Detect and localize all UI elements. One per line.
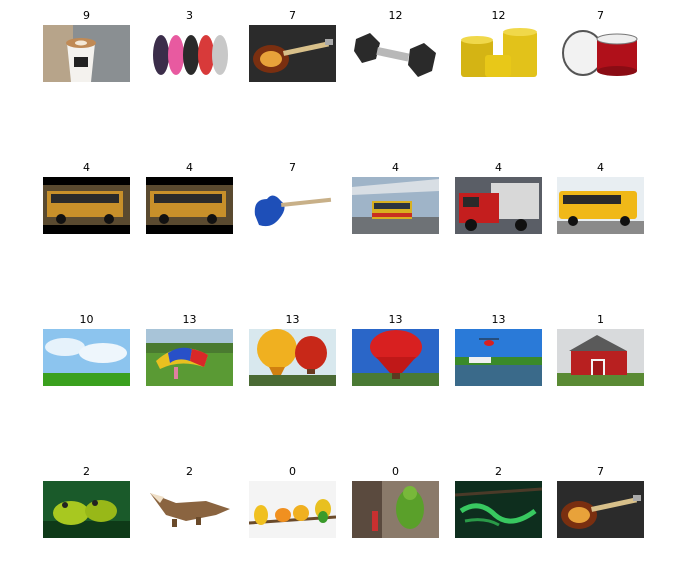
green-frogs-image (43, 481, 130, 538)
cell-label: 7 (289, 9, 296, 22)
cell-label: 2 (83, 465, 90, 478)
dumbbell-image (352, 25, 439, 82)
red-barn-image (557, 329, 644, 386)
cell-label: 10 (79, 313, 94, 326)
cell-label: 4 (597, 161, 604, 174)
flip-flops-image (146, 25, 233, 82)
cell-label: 0 (392, 465, 399, 478)
cell-label: 7 (597, 9, 604, 22)
cell-label: 2 (186, 465, 193, 478)
cell-label: 13 (285, 313, 300, 326)
snare-drum-image (557, 25, 644, 82)
red-balloon-image (352, 329, 439, 386)
school-bus-image (43, 177, 130, 234)
electric-guitar-image (249, 177, 336, 234)
cell-label: 4 (495, 161, 502, 174)
city-bus-image (352, 177, 439, 234)
green-parrot-image (352, 481, 439, 538)
sky-and-grass-image (43, 329, 130, 386)
cell-label: 4 (392, 161, 399, 174)
hot-air-balloons-image (249, 329, 336, 386)
parakeets-image (249, 481, 336, 538)
coffee-cup-image (43, 25, 130, 82)
cell-label: 13 (182, 313, 197, 326)
cell-label: 0 (289, 465, 296, 478)
green-snake-image (455, 481, 542, 538)
cell-label: 4 (186, 161, 193, 174)
helicopter-lake-image (455, 329, 542, 386)
bass-guitar-image (249, 25, 336, 82)
cell-label: 9 (83, 9, 90, 22)
cell-label: 7 (289, 161, 296, 174)
cell-label: 13 (388, 313, 403, 326)
school-bus-image (146, 177, 233, 234)
parachute-game-image (146, 329, 233, 386)
fire-truck-image (455, 177, 542, 234)
cell-label: 12 (491, 9, 506, 22)
cell-label: 7 (597, 465, 604, 478)
cell-label: 12 (388, 9, 403, 22)
barrels-image (455, 25, 542, 82)
yellow-school-bus-image (557, 177, 644, 234)
toy-crocodile-image (146, 481, 233, 538)
cell-label: 3 (186, 9, 193, 22)
cell-label: 2 (495, 465, 502, 478)
cell-label: 4 (83, 161, 90, 174)
bass-guitar-image (557, 481, 644, 538)
cell-label: 13 (491, 313, 506, 326)
cell-label: 1 (597, 313, 604, 326)
